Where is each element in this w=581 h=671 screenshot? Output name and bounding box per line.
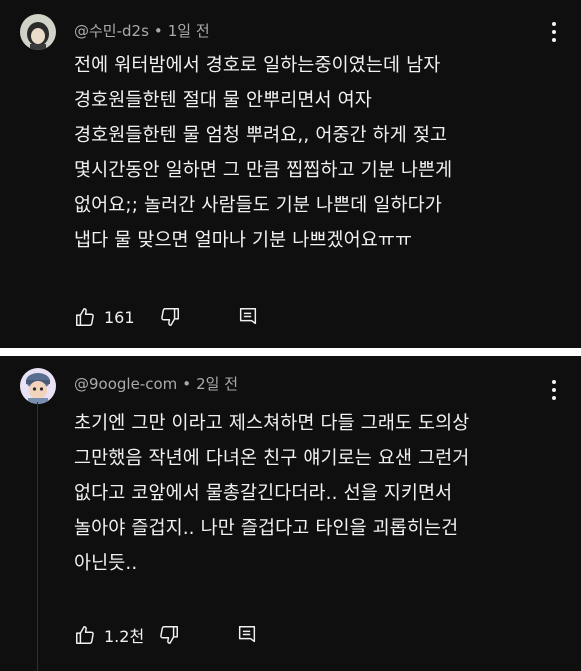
comment-actions: 161 xyxy=(74,304,259,330)
more-vert-icon[interactable] xyxy=(551,22,557,42)
meta-separator: • xyxy=(153,22,163,40)
thumb-down-icon xyxy=(159,306,181,328)
comment-card: @9oogle-com • 2일 전 초기엔 그만 이라고 제스쳐하면 다들 그래도… xyxy=(0,356,581,671)
comment-line: 그만했음 작년에 다녀온 친구 얘기로는 요샌 그런거 xyxy=(74,448,470,469)
thumb-up-icon xyxy=(74,624,96,646)
dislike-button[interactable] xyxy=(159,306,181,328)
comment-actions: 1.2천 xyxy=(74,622,258,648)
author-handle[interactable]: @9oogle-com xyxy=(74,375,177,393)
comment-timestamp[interactable]: 1일 전 xyxy=(168,22,210,40)
like-button[interactable]: 161 xyxy=(74,306,135,328)
avatar[interactable] xyxy=(20,368,56,404)
comment-line: 없다고 코앞에서 물총갈긴다더라.. 선을 지키면서 xyxy=(74,483,453,504)
comment-line: 초기엔 그만 이라고 제스쳐하면 다들 그래도 도의상 xyxy=(74,413,470,434)
comment-text: 전에 워터밤에서 경호로 일하는중이였는데 남자 경호원들한텐 절대 물 안뿌리… xyxy=(74,48,561,258)
like-count: 1.2천 xyxy=(104,627,145,646)
thread-line xyxy=(37,402,38,671)
comment-text: 초기엔 그만 이라고 제스쳐하면 다들 그래도 도의상 그만했음 작년에 다녀온… xyxy=(74,406,561,581)
comment-line: 없어요;; 놀러간 사람들도 기분 나쁜데 일하다가 xyxy=(74,195,442,216)
comment-line: 경호원들한텐 절대 물 안뿌리면서 여자 xyxy=(74,90,372,111)
comment-timestamp[interactable]: 2일 전 xyxy=(196,375,238,393)
comment-meta: @9oogle-com • 2일 전 xyxy=(74,373,238,394)
reply-button[interactable] xyxy=(237,306,259,328)
dislike-button[interactable] xyxy=(158,624,180,646)
comment-card: @수민-d2s • 1일 전 전에 워터밤에서 경호로 일하는중이였는데 남자 경호… xyxy=(0,0,581,348)
comment-line: 전에 워터밤에서 경호로 일하는중이였는데 남자 xyxy=(74,55,441,76)
more-vert-icon[interactable] xyxy=(551,380,557,400)
comment-meta: @수민-d2s • 1일 전 xyxy=(74,20,210,41)
reply-icon xyxy=(236,624,258,646)
author-handle[interactable]: @수민-d2s xyxy=(74,22,149,40)
comment-line: 놀아야 즐겁지.. 나만 즐겁다고 타인을 괴롭히는건 xyxy=(74,518,459,539)
reply-button[interactable] xyxy=(236,624,258,646)
like-count: 161 xyxy=(104,307,135,327)
meta-separator: • xyxy=(182,375,192,393)
reply-icon xyxy=(237,306,259,328)
comment-line: 몇시간동안 일하면 그 만큼 찝찝하고 기분 나쁜게 xyxy=(74,160,453,181)
thumb-down-icon xyxy=(158,624,180,646)
comment-line: 경호원들한텐 물 엄청 뿌려요,, 어중간 하게 젖고 xyxy=(74,125,448,146)
avatar[interactable] xyxy=(20,14,56,50)
comment-line: 냅다 물 맞으면 얼마나 기분 나쁘겠어요ㅠㅠ xyxy=(74,230,413,251)
thumb-up-icon xyxy=(74,306,96,328)
comment-line: 아닌듯.. xyxy=(74,553,138,574)
like-button[interactable]: 1.2천 xyxy=(74,623,144,647)
